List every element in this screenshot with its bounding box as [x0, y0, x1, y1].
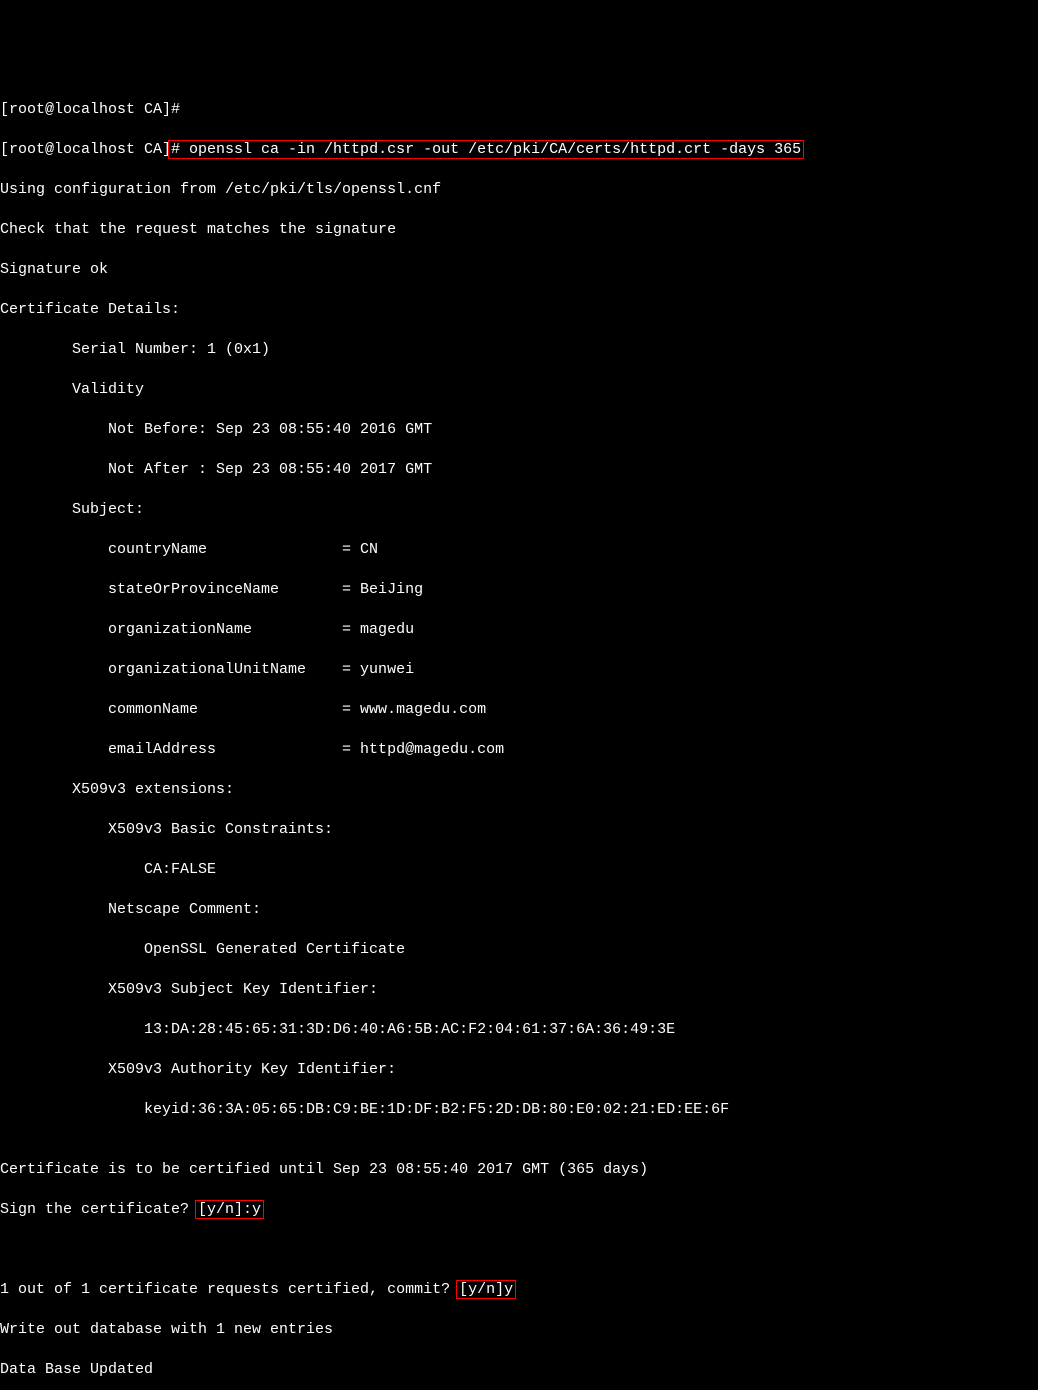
- output-line: emailAddress = httpd@magedu.com: [0, 740, 1038, 760]
- output-line: 13:DA:28:45:65:31:3D:D6:40:A6:5B:AC:F2:0…: [0, 1020, 1038, 1040]
- output-line: Data Base Updated: [0, 1360, 1038, 1380]
- output-line: X509v3 extensions:: [0, 780, 1038, 800]
- output-line: CA:FALSE: [0, 860, 1038, 880]
- output-line: Check that the request matches the signa…: [0, 220, 1038, 240]
- sign-prompt-line: Sign the certificate? [y/n]:y: [0, 1200, 1038, 1220]
- output-line: X509v3 Basic Constraints:: [0, 820, 1038, 840]
- output-line: Validity: [0, 380, 1038, 400]
- output-line: Not After : Sep 23 08:55:40 2017 GMT: [0, 460, 1038, 480]
- output-line: X509v3 Authority Key Identifier:: [0, 1060, 1038, 1080]
- output-line: Serial Number: 1 (0x1): [0, 340, 1038, 360]
- output-line: Not Before: Sep 23 08:55:40 2016 GMT: [0, 420, 1038, 440]
- prompt-line: [root@localhost CA]#: [0, 100, 1038, 120]
- output-line: keyid:36:3A:05:65:DB:C9:BE:1D:DF:B2:F5:2…: [0, 1100, 1038, 1120]
- output-line: Netscape Comment:: [0, 900, 1038, 920]
- commit-prompt-line: 1 out of 1 certificate requests certifie…: [0, 1280, 1038, 1300]
- output-line: Using configuration from /etc/pki/tls/op…: [0, 180, 1038, 200]
- output-line: Signature ok: [0, 260, 1038, 280]
- prompt: [root@localhost CA]: [0, 141, 171, 158]
- commit-answer-highlight[interactable]: [y/n]y: [456, 1280, 516, 1299]
- output-line: Certificate is to be certified until Sep…: [0, 1160, 1038, 1180]
- output-line: organizationalUnitName = yunwei: [0, 660, 1038, 680]
- output-line: stateOrProvinceName = BeiJing: [0, 580, 1038, 600]
- terminal-output: [root@localhost CA]# [root@localhost CA]…: [0, 80, 1038, 1390]
- sign-prompt-text: Sign the certificate?: [0, 1201, 198, 1218]
- output-line: organizationName = magedu: [0, 620, 1038, 640]
- output-line: countryName = CN: [0, 540, 1038, 560]
- command-highlight: # openssl ca -in /httpd.csr -out /etc/pk…: [168, 140, 804, 159]
- command-line: [root@localhost CA]# openssl ca -in /htt…: [0, 140, 1038, 160]
- output-line: X509v3 Subject Key Identifier:: [0, 980, 1038, 1000]
- output-line: OpenSSL Generated Certificate: [0, 940, 1038, 960]
- output-line: Write out database with 1 new entries: [0, 1320, 1038, 1340]
- output-line: Certificate Details:: [0, 300, 1038, 320]
- sign-answer-highlight[interactable]: [y/n]:y: [195, 1200, 264, 1219]
- output-line: commonName = www.magedu.com: [0, 700, 1038, 720]
- output-line: Subject:: [0, 500, 1038, 520]
- commit-prompt-text: 1 out of 1 certificate requests certifie…: [0, 1281, 459, 1298]
